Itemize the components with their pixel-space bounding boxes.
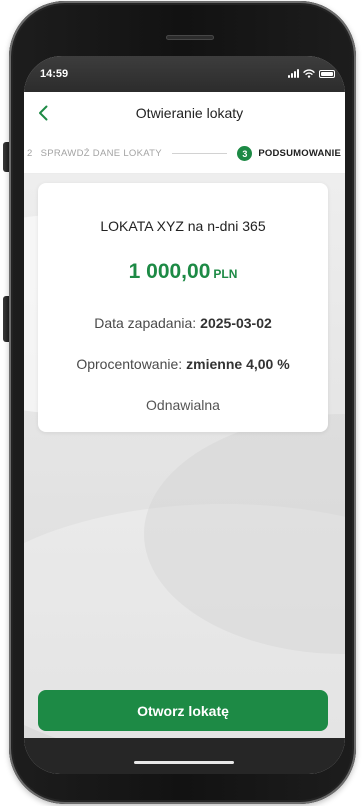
signal-icon: [288, 69, 299, 78]
open-deposit-button[interactable]: Otworz lokatę: [38, 690, 328, 731]
battery-icon: [319, 69, 335, 78]
deposit-amount: 1 000,00 PLN: [38, 258, 328, 288]
interest-value: zmienne 4,00 %: [186, 356, 290, 372]
maturity-row: Data zapadania: 2025-03-02: [38, 313, 328, 333]
status-time: 14:59: [40, 68, 69, 80]
maturity-date: 2025-03-02: [200, 315, 272, 331]
step-connector: [171, 153, 228, 154]
step-previous-label: SPRAWDŹ DANE LOKATY: [40, 148, 162, 159]
home-indicator[interactable]: [134, 761, 234, 764]
phone-screen: 14:59 Otwieranie lokaty 2 SPRAWDŹ DANE L…: [24, 56, 345, 774]
interest-label: Oprocentowanie:: [76, 356, 183, 372]
main-content: LOKATA XYZ na n-dni 365 1 000,00 PLN Data…: [24, 174, 345, 738]
status-bar: 14:59: [24, 56, 345, 92]
deposit-product-name: LOKATA XYZ na n-dni 365: [100, 218, 266, 234]
step-previous: 2 SPRAWDŹ DANE LOKATY: [27, 148, 162, 159]
app-header: Otwieranie lokaty: [24, 92, 345, 134]
deposit-amount-currency: PLN: [213, 267, 238, 281]
interest-row: Oprocentowanie: zmienne 4,00 %: [38, 354, 328, 374]
step-current-number: 3: [237, 146, 253, 161]
page-title: Otwieranie lokaty: [135, 105, 244, 121]
progress-stepper: 2 SPRAWDŹ DANE LOKATY 3 PODSUMOWANIE: [24, 134, 345, 174]
deposit-amount-value: 1 000,00: [128, 260, 211, 283]
phone-frame: 14:59 Otwieranie lokaty 2 SPRAWDŹ DANE L…: [9, 1, 356, 804]
step-current: 3 PODSUMOWANIE: [237, 146, 341, 161]
phone-speaker: [166, 35, 214, 40]
step-current-label: PODSUMOWANIE: [258, 148, 341, 159]
status-icons: [288, 69, 335, 78]
wifi-icon: [303, 69, 315, 78]
renewal-type: Odnawialna: [146, 397, 220, 413]
deposit-summary-card: LOKATA XYZ na n-dni 365 1 000,00 PLN Data…: [38, 183, 328, 432]
step-previous-number: 2: [27, 148, 33, 159]
maturity-label: Data zapadania:: [94, 315, 197, 331]
system-nav-bar: [24, 738, 345, 774]
